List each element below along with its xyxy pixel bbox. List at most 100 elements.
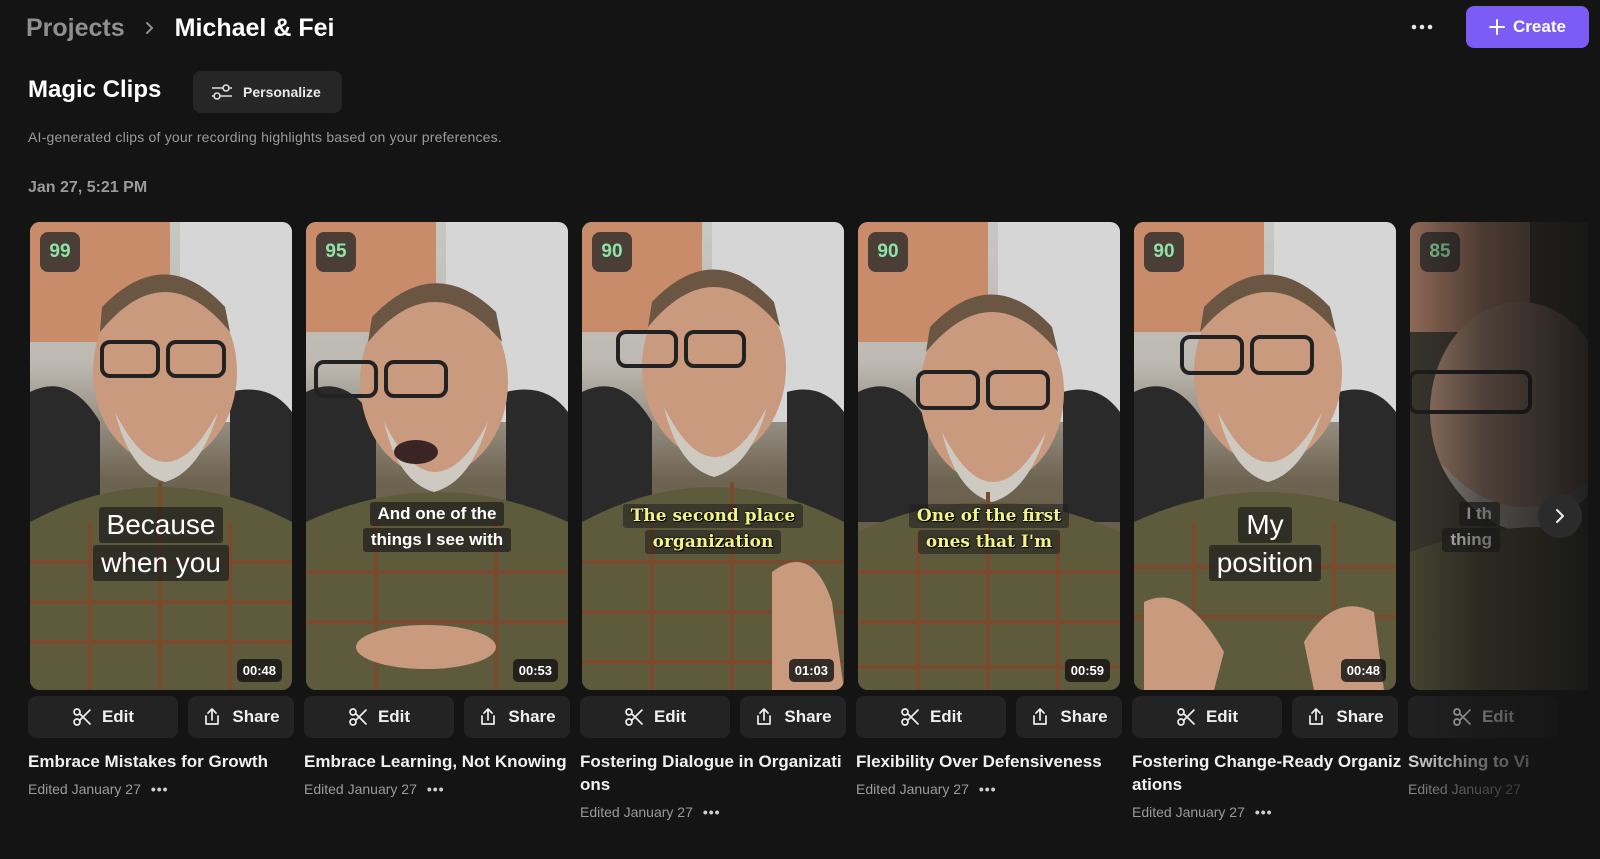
clip-title[interactable]: Embrace Learning, Not Knowing [304, 750, 574, 773]
share-icon [757, 708, 772, 725]
caption-line: And one of the [369, 502, 505, 526]
clip-more-icon[interactable]: ••• [427, 781, 445, 797]
clip-meta: Edited January 27 ••• [28, 781, 169, 797]
clip-thumbnail[interactable]: 85 I th thing [1410, 222, 1588, 690]
clip-more-icon[interactable]: ••• [151, 781, 169, 797]
caption-line: organization [644, 530, 782, 554]
clip-title[interactable]: Fostering Change-Ready Organizations [1132, 750, 1402, 796]
clip-duration: 01:03 [788, 659, 834, 682]
clip-duration: 00:59 [1064, 659, 1110, 682]
clip-meta: Edited January 27 [1408, 781, 1521, 797]
caption-line: Because [98, 507, 224, 543]
caption-line: when you [93, 545, 229, 581]
clip-meta: Edited January 27 ••• [1132, 804, 1273, 820]
clip-score: 90 [868, 232, 908, 272]
clip-more-icon[interactable]: ••• [1255, 804, 1273, 820]
clip-caption: The second place organization [582, 504, 844, 554]
edit-button[interactable]: Edit [580, 696, 730, 738]
more-options-button[interactable] [1402, 10, 1442, 44]
clip-duration: 00:48 [1340, 659, 1386, 682]
scissors-icon [349, 708, 367, 726]
clip-edited: Edited January 27 [580, 804, 693, 820]
share-icon [1309, 708, 1324, 725]
clip-edited: Edited January 27 [28, 781, 141, 797]
clip-edited: Edited January 27 [1408, 781, 1521, 797]
scissors-icon [73, 708, 91, 726]
speaker-video-frame [858, 222, 1120, 690]
personalize-label: Personalize [243, 84, 321, 100]
caption-line: My [1238, 507, 1292, 543]
speaker-video-frame [582, 222, 844, 690]
clip-thumbnail[interactable]: 99 Because when you 00:48 [30, 222, 292, 690]
share-icon [205, 708, 220, 725]
breadcrumb-projects[interactable]: Projects [26, 14, 125, 43]
scissors-icon [1453, 708, 1471, 726]
recording-date: Jan 27, 5:21 PM [28, 179, 148, 196]
breadcrumb-current: Michael & Fei [174, 13, 335, 42]
clip-edited: Edited January 27 [1132, 804, 1245, 820]
carousel-next-button[interactable] [1538, 494, 1582, 538]
scissors-icon [625, 708, 643, 726]
edit-label: Edit [377, 707, 411, 726]
share-button[interactable]: Share [464, 696, 570, 738]
clip-title[interactable]: Fostering Dialogue in Organizations [580, 750, 850, 796]
share-label: Share [232, 707, 280, 726]
share-label: Share [784, 707, 832, 726]
section-subtitle: AI-generated clips of your recording hig… [28, 129, 502, 145]
chevron-right-icon [1556, 509, 1564, 523]
clip-caption: Because when you [30, 507, 292, 581]
speaker-video-frame [1134, 222, 1396, 690]
clip-edited: Edited January 27 [304, 781, 417, 797]
clip-title[interactable]: Flexibility Over Defensiveness [856, 750, 1126, 773]
scissors-icon [1177, 708, 1195, 726]
clip-thumbnail[interactable]: 95 And one of the things I see with 00:5… [306, 222, 568, 690]
edit-button[interactable]: Edit [856, 696, 1006, 738]
edit-button[interactable]: Edit [1132, 696, 1282, 738]
edit-label: Edit [1205, 707, 1239, 726]
share-button[interactable]: Share [188, 696, 294, 738]
share-button[interactable]: Share [740, 696, 846, 738]
clip-more-icon[interactable]: ••• [703, 804, 721, 820]
share-button[interactable]: Share [1016, 696, 1122, 738]
clip-caption: My position [1134, 507, 1396, 581]
caption-line: thing [1442, 528, 1500, 552]
caption-line: The second place [622, 504, 804, 528]
share-button[interactable]: Share [1292, 696, 1398, 738]
plus-icon [1489, 19, 1506, 35]
share-icon [1033, 708, 1048, 725]
scissors-icon [901, 708, 919, 726]
caption-line: One of the first [908, 504, 1070, 528]
speaker-video-frame [306, 222, 568, 690]
clip-more-icon[interactable]: ••• [979, 781, 997, 797]
caption-line: I th [1458, 502, 1500, 526]
clip-duration: 00:48 [236, 659, 282, 682]
edit-label: Edit [1481, 707, 1515, 726]
edit-button[interactable]: Edit [28, 696, 178, 738]
clip-thumbnail[interactable]: 90 My position 00:48 [1134, 222, 1396, 690]
chevron-right-icon [145, 21, 155, 35]
clip-title[interactable]: Switching to Vi [1408, 750, 1588, 773]
create-button-label: Create [1513, 17, 1566, 36]
share-icon [481, 708, 496, 725]
sliders-icon [212, 84, 232, 100]
speaker-video-frame [1410, 222, 1588, 690]
share-label: Share [1336, 707, 1384, 726]
edit-label: Edit [101, 707, 135, 726]
clip-meta: Edited January 27 ••• [856, 781, 997, 797]
clip-duration: 00:53 [512, 659, 558, 682]
top-bar: Projects Michael & Fei [0, 0, 1600, 56]
clip-thumbnail[interactable]: 90 The second place organization 01:03 [582, 222, 844, 690]
create-button[interactable]: Create [1466, 6, 1589, 48]
edit-button[interactable]: Edit [1408, 696, 1558, 738]
clip-score: 90 [1144, 232, 1184, 272]
speaker-video-frame [30, 222, 292, 690]
clip-score: 99 [40, 232, 80, 272]
personalize-button[interactable]: Personalize [193, 71, 342, 113]
caption-line: position [1208, 545, 1322, 581]
edit-button[interactable]: Edit [304, 696, 454, 738]
clip-edited: Edited January 27 [856, 781, 969, 797]
clip-title[interactable]: Embrace Mistakes for Growth [28, 750, 298, 773]
clip-thumbnail[interactable]: 90 One of the first ones that I'm 00:59 [858, 222, 1120, 690]
share-label: Share [508, 707, 556, 726]
clip-caption: One of the first ones that I'm [858, 504, 1120, 554]
